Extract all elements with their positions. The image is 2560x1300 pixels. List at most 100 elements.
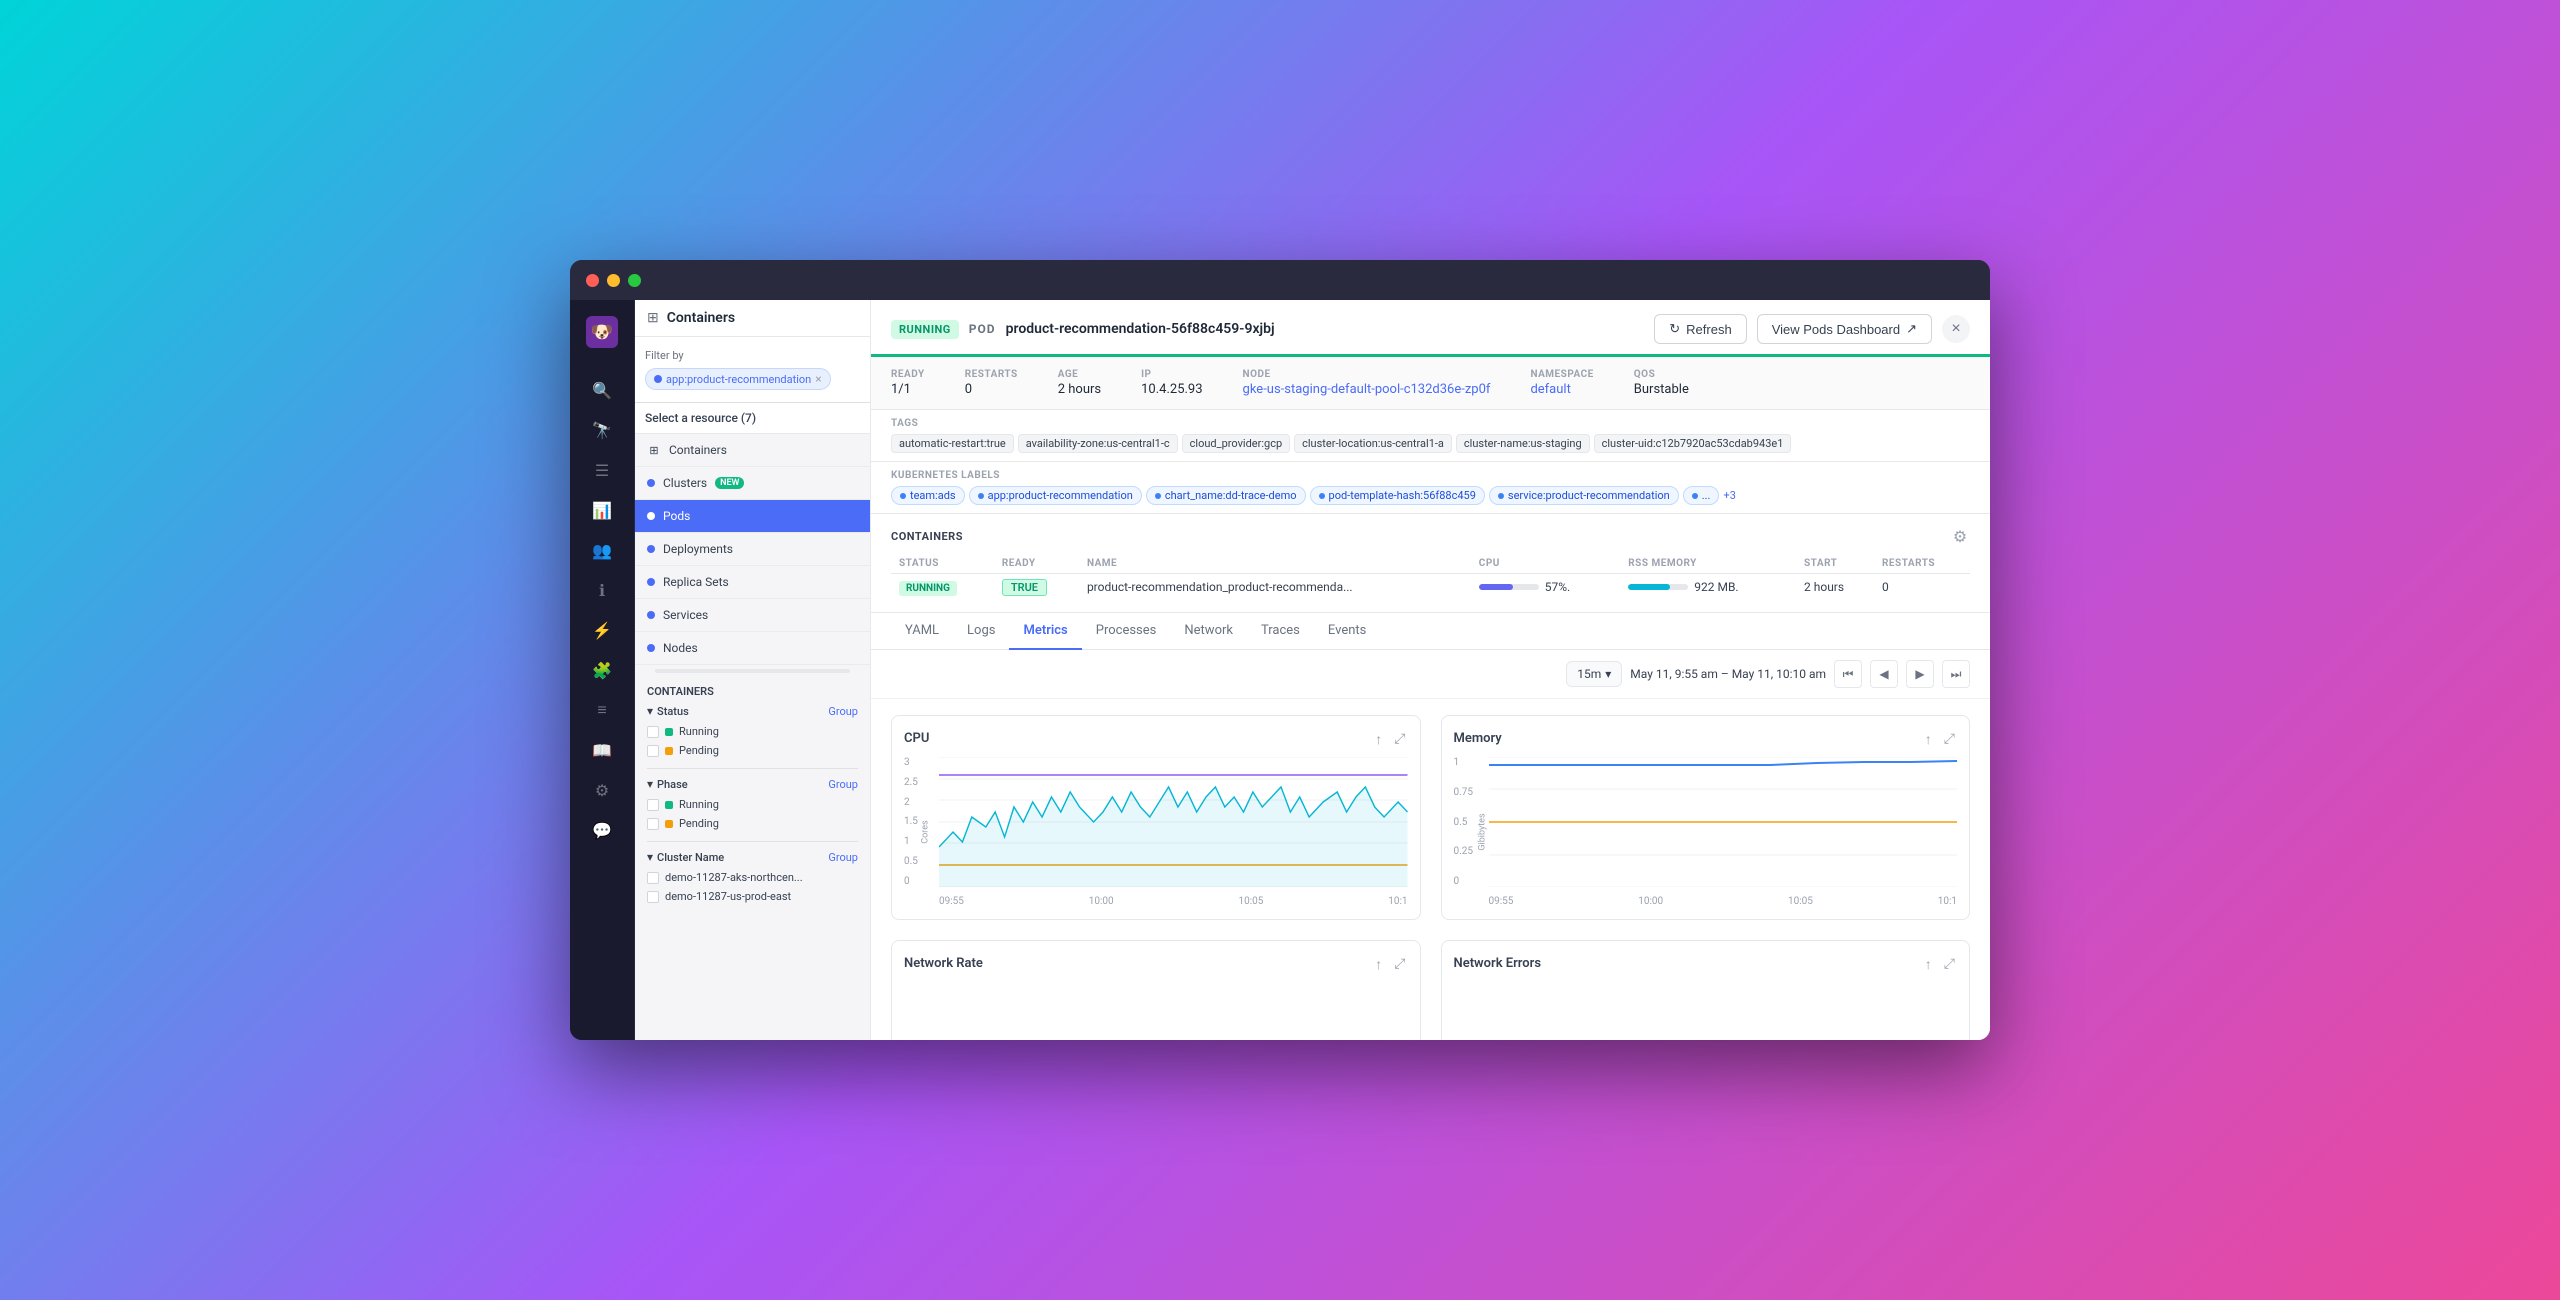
network-rate-export-button[interactable]: ↑	[1373, 954, 1384, 974]
containers-table-header-row: STATUS READY NAME CPU RSS MEMORY START R…	[891, 554, 1970, 574]
network-rate-chart-area: No data	[904, 982, 1408, 1040]
sidebar-item-services[interactable]: Services	[635, 599, 870, 632]
phase-group-label: Phase	[657, 778, 688, 791]
binoculars-icon[interactable]: 🔭	[584, 412, 620, 448]
cluster-name-group-link[interactable]: Group	[828, 851, 858, 864]
status-running-item[interactable]: Running	[647, 722, 858, 741]
cpu-expand-button[interactable]: ⤢	[1392, 728, 1407, 749]
containers-filter-header[interactable]: CONTAINERS	[647, 685, 858, 698]
k8s-label-item: service:product-recommendation	[1489, 486, 1679, 505]
book-icon[interactable]: 📖	[584, 732, 620, 768]
cluster-1-checkbox[interactable]	[647, 872, 659, 884]
cluster-name-group-header[interactable]: ▾ Cluster Name Group	[647, 850, 858, 864]
cluster-2-checkbox[interactable]	[647, 891, 659, 903]
view-dashboard-button[interactable]: View Pods Dashboard ↗	[1757, 314, 1932, 344]
time-interval-select[interactable]: 15m ▾	[1566, 661, 1622, 687]
refresh-button[interactable]: ↻ Refresh	[1654, 314, 1746, 344]
users-icon[interactable]: 👥	[584, 532, 620, 568]
sidebar-item-pods[interactable]: Pods	[635, 500, 870, 533]
minimize-window-button[interactable]	[607, 274, 620, 287]
cpu-export-button[interactable]: ↑	[1373, 729, 1384, 749]
phase-pending-checkbox[interactable]	[647, 818, 659, 830]
network-rate-svg-container: No data	[904, 982, 1408, 1040]
puzzle-icon[interactable]: 🧩	[584, 652, 620, 688]
status-pending-checkbox[interactable]	[647, 745, 659, 757]
meta-namespace-value[interactable]: default	[1530, 382, 1593, 397]
meta-node-value[interactable]: gke-us-staging-default-pool-c132d36e-zp0…	[1243, 382, 1491, 397]
chart-icon[interactable]: 📊	[584, 492, 620, 528]
tab-events[interactable]: Events	[1314, 613, 1380, 650]
status-running-checkbox[interactable]	[647, 726, 659, 738]
memory-export-button[interactable]: ↑	[1923, 729, 1934, 749]
y-label: 0	[1454, 876, 1489, 887]
tab-yaml[interactable]: YAML	[891, 613, 953, 650]
cpu-chart-header: CPU ↑ ⤢	[904, 728, 1408, 749]
memory-chart-svg-container	[1489, 757, 1958, 887]
containers-settings-icon[interactable]: ⚙	[1950, 526, 1970, 546]
tab-traces[interactable]: Traces	[1247, 613, 1314, 650]
nav-play-button[interactable]: ▶	[1906, 660, 1934, 688]
filter-remove-button[interactable]: ×	[815, 372, 821, 386]
memory-expand-button[interactable]: ⤢	[1942, 728, 1957, 749]
k8s-dot	[978, 493, 984, 499]
network-rate-expand-button[interactable]: ⤢	[1392, 953, 1407, 974]
k8s-label-item: ...	[1683, 486, 1720, 505]
nav-next-button[interactable]: ⏭	[1942, 660, 1970, 688]
activity-icon[interactable]: ⚡	[584, 612, 620, 648]
close-window-button[interactable]	[586, 274, 599, 287]
more-labels-button[interactable]: +3	[1723, 489, 1735, 502]
app-logo: 🐶	[582, 312, 622, 352]
phase-group-link[interactable]: Group	[828, 778, 858, 791]
containers-icon: ⊞	[647, 443, 661, 457]
phase-group-header[interactable]: ▾ Phase Group	[647, 777, 858, 791]
memory-chart-area: 1 0.75 0.5 0.25 0 Gibibytes	[1454, 757, 1958, 907]
phase-pending-item[interactable]: Pending	[647, 814, 858, 833]
svg-text:🐶: 🐶	[591, 322, 613, 343]
align-icon[interactable]: ≡	[584, 692, 620, 728]
phase-running-checkbox[interactable]	[647, 799, 659, 811]
sidebar-item-containers[interactable]: ⊞ Containers	[635, 434, 870, 467]
containers-section: CONTAINERS ⚙ STATUS READY NAME CPU RSS M…	[871, 514, 1990, 613]
close-button[interactable]: ×	[1942, 315, 1970, 343]
phase-filter-items: Running Pending	[647, 795, 858, 833]
sidebar-item-nodes[interactable]: Nodes	[635, 632, 870, 665]
resource-list: ⊞ Containers Clusters NEW Pods Deploymen…	[635, 434, 870, 1040]
settings-alt-icon[interactable]: ⚙	[584, 772, 620, 808]
nav-prev-button[interactable]: ◀	[1870, 660, 1898, 688]
sidebar-item-deployments[interactable]: Deployments	[635, 533, 870, 566]
nav-prev-prev-button[interactable]: ⏮	[1834, 660, 1862, 688]
tab-metrics[interactable]: Metrics	[1009, 613, 1081, 650]
status-group-header[interactable]: ▾ Status Group	[647, 704, 858, 718]
sidebar-item-clusters[interactable]: Clusters NEW	[635, 467, 870, 500]
network-errors-export-button[interactable]: ↑	[1923, 954, 1934, 974]
search-icon[interactable]: 🔍	[584, 372, 620, 408]
services-dot	[647, 611, 655, 619]
resource-selector[interactable]: Select a resource (7)	[635, 403, 870, 434]
cpu-x-labels: 09:55 10:00 10:05 10:1	[939, 896, 1408, 907]
col-name: NAME	[1079, 554, 1471, 574]
k8s-dot	[1155, 493, 1161, 499]
k8s-dot	[1692, 493, 1698, 499]
cluster-2-item[interactable]: demo-11287-us-prod-east	[647, 887, 858, 906]
phase-running-item[interactable]: Running	[647, 795, 858, 814]
charts-grid: CPU ↑ ⤢ 3 2.5 2 1.5 1 0.5 0	[871, 699, 1990, 1040]
network-errors-expand-button[interactable]: ⤢	[1942, 953, 1957, 974]
cluster-1-item[interactable]: demo-11287-aks-northcen...	[647, 868, 858, 887]
list-icon[interactable]: ☰	[584, 452, 620, 488]
status-pending-item[interactable]: Pending	[647, 741, 858, 760]
cluster-name-group-label: Cluster Name	[657, 851, 724, 864]
phase-running-dot	[665, 801, 673, 809]
tab-network[interactable]: Network	[1170, 613, 1247, 650]
chat-icon[interactable]: 💬	[584, 812, 620, 848]
tab-processes[interactable]: Processes	[1082, 613, 1171, 650]
sidebar-item-replica-sets[interactable]: Replica Sets	[635, 566, 870, 599]
tab-logs[interactable]: Logs	[953, 613, 1009, 650]
maximize-window-button[interactable]	[628, 274, 641, 287]
meta-age: AGE 2 hours	[1058, 369, 1101, 397]
tags-section-label: TAGS	[891, 418, 1970, 429]
info-icon[interactable]: ℹ	[584, 572, 620, 608]
col-rss-memory: RSS MEMORY	[1620, 554, 1796, 574]
dashboard-label: View Pods Dashboard	[1772, 322, 1900, 337]
status-group-link[interactable]: Group	[828, 705, 858, 718]
container-row[interactable]: RUNNING TRUE product-recommendation_prod…	[891, 574, 1970, 601]
